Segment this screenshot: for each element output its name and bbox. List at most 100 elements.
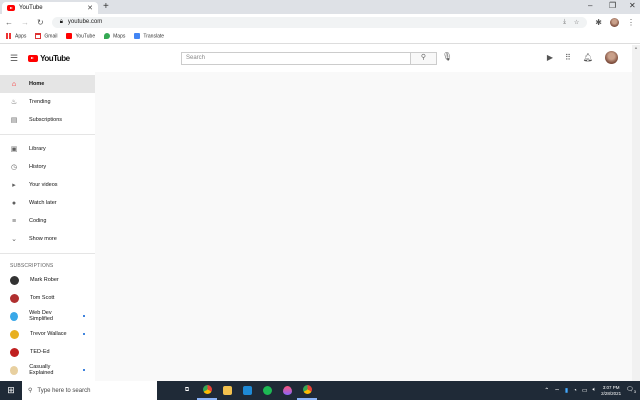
channel-avatar <box>10 311 19 321</box>
volume-icon[interactable]: 🔈︎ <box>593 387 597 394</box>
sidebar-item-show-more[interactable]: ⌄ Show more <box>0 230 95 248</box>
sidebar-item-library[interactable]: ▣ Library <box>0 140 95 158</box>
spotify-icon[interactable] <box>257 381 277 400</box>
bookmark-maps[interactable]: Maps <box>104 33 125 40</box>
sidebar-subscription-item[interactable]: Web Dev Simplified <box>0 307 95 325</box>
search-icon: ⚲ <box>28 388 33 394</box>
bluetooth-icon[interactable]: ▮ <box>565 387 568 394</box>
sidebar-subscription-item[interactable]: Trevor Wallace <box>0 325 95 343</box>
forward-button[interactable]: → <box>21 18 29 27</box>
wifi-icon[interactable]: ◔ <box>573 388 577 394</box>
microphone-icon[interactable]: 🎙︎ <box>442 52 452 61</box>
your-videos-icon: ▸ <box>12 182 16 189</box>
lock-icon: 🔒︎ <box>59 18 63 25</box>
bookmark-gmail[interactable]: Gmail <box>35 33 57 40</box>
system-tray: ⌃ ⌔ ▮ ◔ ▭ 🔈︎ 3:07 PM 2/28/2021 🗨︎3 <box>544 385 640 397</box>
channel-avatar <box>10 365 19 375</box>
bookmark-apps[interactable]: Apps <box>6 33 26 40</box>
firefox-icon[interactable] <box>277 381 297 400</box>
tab-bar: YouTube ✕ + – ❐ ✕ <box>0 0 640 14</box>
battery-icon[interactable]: ▭ <box>582 387 588 394</box>
clock[interactable]: 3:07 PM 2/28/2021 <box>601 385 621 397</box>
chrome-profile-taskbar-icon[interactable] <box>297 381 317 400</box>
youtube-favicon-icon <box>7 5 15 11</box>
gmail-icon <box>35 33 42 40</box>
youtube-icon <box>66 33 73 40</box>
url-input[interactable]: 🔒︎ youtube.com ⤓ ☆ <box>51 16 588 28</box>
taskbar-search-input[interactable]: ⚲ Type here to search <box>22 381 157 400</box>
notifications-icon[interactable]: 🗨︎3 <box>626 386 636 394</box>
taskbar: ⊞ ⚲ Type here to search ⧉ ⌃ ⌔ ▮ ◔ ▭ 🔈︎ 3:… <box>0 381 640 400</box>
divider <box>0 253 95 254</box>
chrome-menu-icon[interactable]: ⋮ <box>627 18 635 27</box>
reload-button[interactable]: ↻ <box>37 18 44 27</box>
apps-grid-icon[interactable]: ⠿ <box>565 53 571 62</box>
install-icon[interactable]: ⤓ <box>563 19 566 26</box>
youtube-header: ☰ YouTube Search ⚲ 🎙︎ ▶︎ ⠿ 🔔︎ <box>0 45 632 72</box>
url-text: youtube.com <box>67 19 103 25</box>
extensions-icon[interactable]: ✱ <box>595 18 602 27</box>
account-avatar[interactable] <box>605 51 618 64</box>
bookmark-youtube[interactable]: YouTube <box>66 33 95 40</box>
bookmarks-bar: Apps Gmail YouTube Maps Translate <box>0 30 640 44</box>
tab-title: YouTube <box>19 5 43 11</box>
restore-button[interactable]: ❐ <box>609 1 616 10</box>
network-icon[interactable]: ⌔ <box>554 387 560 395</box>
sidebar-subscription-item[interactable]: TED-Ed <box>0 343 95 361</box>
close-window-button[interactable]: ✕ <box>629 1 636 10</box>
file-explorer-icon[interactable] <box>217 381 237 400</box>
sidebar-item-watch-later[interactable]: ● Watch later <box>0 194 95 212</box>
playlist-icon: ≡ <box>11 217 17 225</box>
show-hidden-icons[interactable]: ⌃ <box>544 387 549 394</box>
subscriptions-icon: ▤ <box>10 117 18 124</box>
channel-avatar <box>10 275 19 285</box>
clock-icon: ● <box>11 199 17 207</box>
windows-start-icon[interactable]: ⊞ <box>0 385 22 396</box>
close-tab-icon[interactable]: ✕ <box>87 4 93 12</box>
sidebar-subscription-item[interactable]: Casually Explained <box>0 361 95 379</box>
address-bar-row: ← → ↻ 🔒︎ youtube.com ⤓ ☆ ✱ ⋮ <box>0 14 640 30</box>
hamburger-menu-icon[interactable]: ☰ <box>10 53 18 64</box>
youtube-logo[interactable]: YouTube <box>28 54 70 63</box>
chevron-down-icon: ⌄ <box>11 236 17 243</box>
translate-icon <box>134 33 141 40</box>
maps-pin-icon <box>104 33 111 40</box>
sidebar-item-trending[interactable]: ♨ Trending <box>0 93 95 111</box>
library-icon: ▣ <box>10 146 18 153</box>
divider <box>0 134 95 135</box>
history-icon: ◷ <box>10 164 18 171</box>
tab-youtube[interactable]: YouTube ✕ <box>2 2 98 14</box>
new-tab-button[interactable]: + <box>103 1 109 12</box>
minimize-button[interactable]: – <box>588 1 592 10</box>
sidebar-item-subscriptions[interactable]: ▤ Subscriptions <box>0 111 95 129</box>
search-icon: ⚲ <box>420 54 427 61</box>
search-input[interactable]: Search <box>181 52 411 65</box>
back-button[interactable]: ← <box>5 18 13 27</box>
task-view-icon[interactable]: ⧉ <box>177 381 197 400</box>
channel-avatar <box>10 347 19 357</box>
chrome-taskbar-icon[interactable] <box>197 381 217 400</box>
bookmark-translate[interactable]: Translate <box>134 33 164 40</box>
channel-avatar <box>10 329 19 339</box>
apps-grid-icon <box>6 33 12 40</box>
youtube-logo-icon <box>28 55 39 62</box>
sidebar-item-home[interactable]: ⌂ Home <box>0 75 95 93</box>
sidebar-item-history[interactable]: ◷ History <box>0 158 95 176</box>
new-content-dot-icon <box>83 333 85 335</box>
flame-icon: ♨ <box>10 99 18 106</box>
new-content-dot-icon <box>83 315 85 317</box>
channel-avatar <box>10 293 19 303</box>
search-button[interactable]: ⚲ <box>411 52 437 65</box>
bookmark-star-icon[interactable]: ☆ <box>574 19 579 26</box>
create-video-icon[interactable]: ▶︎ <box>547 53 553 62</box>
sidebar-item-coding[interactable]: ≡ Coding <box>0 212 95 230</box>
sidebar-subscription-item[interactable]: Tom Scott <box>0 289 95 307</box>
sidebar-subscription-item[interactable]: Mark Rober <box>0 271 95 289</box>
new-content-dot-icon <box>83 369 85 371</box>
scrollbar[interactable]: ▲ <box>632 45 640 381</box>
vscode-icon[interactable] <box>237 381 257 400</box>
sidebar-item-your-videos[interactable]: ▸ Your videos <box>0 176 95 194</box>
main-content <box>95 72 632 381</box>
notifications-bell-icon[interactable]: 🔔︎ <box>583 53 593 62</box>
profile-avatar[interactable] <box>610 17 619 27</box>
